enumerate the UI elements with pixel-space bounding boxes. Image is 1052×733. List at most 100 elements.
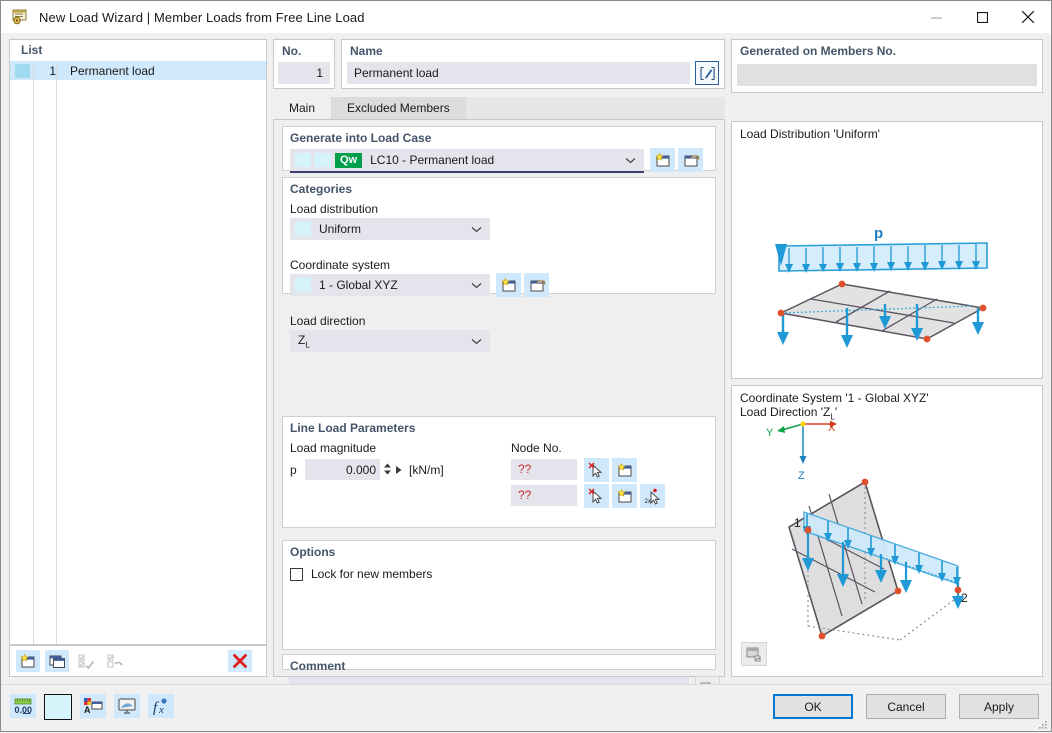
list-item-color-cell [10,61,34,80]
number-value[interactable]: 1 [278,62,330,84]
load-wizard-icon [10,7,30,27]
dialog-body: List 1 Permanent load [1,33,1051,685]
footer-toolbar: 0.00 A [10,694,182,720]
tab-excluded-members[interactable]: Excluded Members [331,97,466,119]
minimize-button[interactable] [913,1,959,33]
coordinate-system-diagram: X Y Z [732,414,1043,664]
color-swatch-button[interactable] [44,694,72,720]
select-all-button[interactable] [74,650,98,672]
axis-x-label: X [828,422,836,434]
load-magnitude-symbol: p [290,463,297,477]
node-2-input[interactable]: ?? [511,485,577,506]
decimal-places-button[interactable]: 0.00 [10,694,36,718]
list-grid: 1 Permanent load [10,61,266,644]
categories-legend: Categories [290,182,352,196]
options-legend: Options [290,545,335,559]
pick-node-2-button[interactable] [584,484,609,508]
line-load-parameters-legend: Line Load Parameters [290,421,415,435]
generated-on-members-legend: Generated on Members No. [740,44,896,58]
resize-grip-icon[interactable] [1038,719,1048,729]
pick-two-nodes-button[interactable]: 2x [640,484,665,508]
node-label-1: 1 [794,516,801,530]
node-1-input[interactable]: ?? [511,459,577,480]
new-node-2-button[interactable] [612,484,637,508]
number-field-box: No. 1 [273,39,335,89]
maximize-button[interactable] [959,1,1005,33]
invert-selection-button[interactable] [103,650,127,672]
tab-main[interactable]: Main [273,97,331,119]
new-load-case-button[interactable] [650,148,675,172]
chevron-down-icon [471,222,482,236]
name-input[interactable]: Permanent load [347,62,690,84]
load-distribution-combo[interactable]: Uniform [290,218,490,240]
lock-for-new-members-checkbox[interactable] [290,568,303,581]
coordinate-system-combo[interactable]: 1 - Global XYZ [290,274,490,296]
new-item-button[interactable] [16,650,40,672]
load-distribution-value: Uniform [319,222,361,236]
cancel-button[interactable]: Cancel [866,694,946,719]
copy-item-button[interactable] [45,650,69,672]
number-label: No. [282,44,301,58]
axis-y-label: Y [766,427,774,439]
tab-bar: Main Excluded Members [273,97,725,119]
window-controls [913,1,1051,33]
formula-fx-button[interactable]: f x [148,694,174,718]
load-direction-label: Load direction [290,314,365,328]
ok-button[interactable]: OK [773,694,853,719]
svg-text:x: x [158,704,164,715]
dialog-footer: 0.00 A [1,684,1051,731]
spinner-next-icon[interactable] [395,464,403,478]
generate-into-load-case-section: Generate into Load Case Qw LC10 - Perman… [282,126,716,171]
line-load-parameters-section: Line Load Parameters Load magnitude p 0.… [282,416,716,528]
close-button[interactable] [1005,1,1051,33]
load-case-badge: Qw [335,153,362,168]
main-pane: No. 1 Name Permanent load [273,39,725,677]
list-toolbar [9,645,267,677]
new-coordinate-system-button[interactable] [496,273,521,297]
name-field-box: Name Permanent load [341,39,725,89]
window-title: New Load Wizard | Member Loads from Free… [39,10,365,25]
preview-snapshot-button[interactable] [741,642,767,666]
list-header: List [10,40,266,61]
load-magnitude-input[interactable]: 0.000 [305,459,380,480]
lock-for-new-members-row[interactable]: Lock for new members [290,567,432,581]
chevron-down-icon [625,153,636,167]
node-no-label: Node No. [511,441,562,455]
tab-panel-main: Generate into Load Case Qw LC10 - Perman… [273,119,725,677]
load-symbol-label: p [874,225,883,242]
chevron-down-icon [471,334,482,348]
generate-into-load-case-legend: Generate into Load Case [290,131,431,145]
svg-text:2x: 2x [644,499,650,505]
generated-on-members-value[interactable] [737,64,1037,86]
categories-section: Categories Load distribution Uniform Coo… [282,177,716,294]
generated-on-members-box: Generated on Members No. [731,39,1043,93]
apply-button[interactable]: Apply [959,694,1039,719]
edit-load-case-button[interactable] [678,148,703,172]
preview-pane: Generated on Members No. Load Distributi… [731,39,1043,677]
load-case-color-swatch-2 [315,153,331,167]
load-magnitude-unit: [kN/m] [409,463,444,477]
axis-z-label: Z [798,470,805,482]
title-bar: New Load Wizard | Member Loads from Free… [1,1,1051,34]
load-direction-value: ZL [298,333,310,349]
list-item-name: Permanent load [63,64,155,78]
edit-pencil-icon[interactable] [695,61,719,85]
comment-section: Comment [282,654,716,670]
color-swatch-icon [15,64,30,78]
spinner-up-down-icon[interactable] [383,461,392,480]
graphics-monitor-button[interactable] [114,694,140,718]
pick-node-1-button[interactable] [584,458,609,482]
edit-coordinate-system-button[interactable] [524,273,549,297]
display-properties-button[interactable]: A [80,694,106,718]
coordinate-system-value: 1 - Global XYZ [319,278,398,292]
comment-legend: Comment [290,659,345,673]
new-node-1-button[interactable] [612,458,637,482]
load-direction-combo[interactable]: ZL [290,330,490,352]
load-case-value: LC10 - Permanent load [370,153,494,167]
svg-text:A: A [84,705,91,715]
delete-item-button[interactable] [228,650,252,672]
options-section: Options Lock for new members [282,540,716,650]
load-case-combo[interactable]: Qw LC10 - Permanent load [290,149,644,171]
coordinate-system-label: Coordinate system [290,258,390,272]
list-item[interactable]: 1 Permanent load [10,61,266,80]
